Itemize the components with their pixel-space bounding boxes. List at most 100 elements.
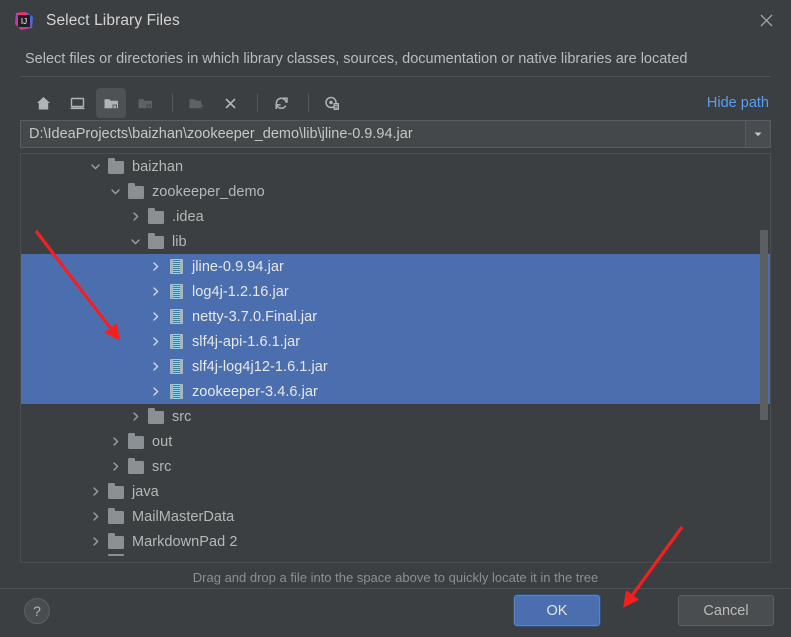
dialog-description: Select files or directories in which lib… — [25, 50, 688, 67]
chevron-right-icon[interactable] — [147, 334, 163, 350]
file-chooser-toolbar: Hide path — [20, 85, 771, 121]
tree-row[interactable]: src — [21, 454, 770, 479]
divider-top — [20, 76, 771, 77]
tree-row[interactable]: MailMasterData — [21, 504, 770, 529]
tree-row-label: zookeeper-3.4.6.jar — [192, 383, 318, 400]
chevron-right-icon[interactable] — [147, 284, 163, 300]
chevron-right-icon[interactable] — [127, 409, 143, 425]
delete-icon[interactable] — [215, 88, 245, 118]
tree-row[interactable]: zookeeper-3.4.6.jar — [21, 379, 770, 404]
new-folder-icon — [181, 88, 211, 118]
jar-file-icon — [168, 258, 185, 275]
help-button[interactable]: ? — [24, 598, 50, 624]
tree-row[interactable]: java — [21, 479, 770, 504]
tree-row-label: zookeeper_demo — [152, 183, 265, 200]
tree-row-label: slf4j-log4j12-1.6.1.jar — [192, 358, 328, 375]
folder-icon — [108, 532, 125, 550]
folder-icon — [148, 207, 165, 225]
jar-file-icon — [168, 308, 185, 325]
desktop-icon[interactable] — [62, 88, 92, 118]
jar-file-icon — [168, 358, 185, 375]
chevron-right-icon[interactable] — [87, 484, 103, 500]
tree-row[interactable]: netty-3.7.0.Final.jar — [21, 304, 770, 329]
chevron-right-icon[interactable] — [147, 359, 163, 375]
chevron-right-icon[interactable] — [107, 434, 123, 450]
chevron-down-icon[interactable] — [107, 184, 123, 200]
chevron-right-icon[interactable] — [127, 209, 143, 225]
tree-row[interactable]: baizhan — [21, 154, 770, 179]
select-library-files-dialog: IJ Select Library Files Select files or … — [0, 0, 791, 637]
chevron-right-icon[interactable] — [87, 509, 103, 525]
tree-row[interactable]: lib — [21, 229, 770, 254]
chevron-down-icon[interactable] — [127, 234, 143, 250]
tree-row[interactable]: MarkdownPad 2 — [21, 529, 770, 554]
tree-row[interactable]: out — [21, 429, 770, 454]
chevron-down-icon[interactable] — [87, 159, 103, 175]
file-tree-panel[interactable]: baizhan zookeeper_demo .idea lib jline-0.9.9… — [20, 153, 771, 563]
path-row: D:\IdeaProjects\baizhan\zookeeper_demo\l… — [20, 120, 771, 148]
tree-row[interactable]: jline-0.9.94.jar — [21, 254, 770, 279]
tree-row-label: log4j-1.2.16.jar — [192, 283, 289, 300]
path-input[interactable]: D:\IdeaProjects\baizhan\zookeeper_demo\l… — [20, 120, 745, 148]
divider-bottom — [0, 588, 791, 589]
tree-row-label: slf4j-api-1.6.1.jar — [192, 333, 301, 350]
chevron-right-icon[interactable] — [107, 459, 123, 475]
tree-row[interactable]: log4j-1.2.16.jar — [21, 279, 770, 304]
refresh-icon[interactable] — [266, 88, 296, 118]
folder-icon — [128, 182, 145, 200]
hide-path-link[interactable]: Hide path — [707, 95, 771, 111]
tree-row-label: java — [132, 483, 159, 500]
drag-drop-hint: Drag and drop a file into the space abov… — [192, 569, 599, 585]
tree-row-label: src — [152, 458, 172, 475]
toolbar-separator — [308, 94, 309, 112]
close-icon[interactable] — [741, 0, 791, 41]
home-icon[interactable] — [28, 88, 58, 118]
ok-button[interactable]: OK — [514, 595, 600, 626]
tree-row[interactable]: slf4j-api-1.6.1.jar — [21, 329, 770, 354]
tree-row[interactable]: src — [21, 404, 770, 429]
tree-row-label — [132, 554, 136, 557]
tree-row-label: lib — [172, 233, 187, 250]
tree-row-label: MailMasterData — [132, 508, 235, 525]
tree-row-label: MarkdownPad 2 — [132, 533, 238, 550]
tree-row-label: baizhan — [132, 158, 184, 175]
toolbar-separator — [172, 94, 173, 112]
tree-row[interactable] — [21, 554, 770, 561]
scrollbar-thumb[interactable] — [760, 230, 768, 420]
folder-icon — [148, 407, 165, 425]
jar-file-icon — [168, 333, 185, 350]
chevron-right-icon[interactable] — [147, 259, 163, 275]
dialog-title: Select Library Files — [46, 11, 180, 29]
tree-row-label: .idea — [172, 208, 204, 225]
tree-row[interactable]: .idea — [21, 204, 770, 229]
file-tree: baizhan zookeeper_demo .idea lib jline-0.9.9… — [21, 154, 770, 561]
folder-icon — [108, 507, 125, 525]
chevron-down-icon[interactable] — [745, 120, 771, 148]
module-folder-icon — [130, 88, 160, 118]
tree-vertical-scrollbar[interactable] — [759, 155, 769, 562]
tree-row-label: out — [152, 433, 173, 450]
jar-file-icon — [168, 283, 185, 300]
tree-row[interactable]: zookeeper_demo — [21, 179, 770, 204]
folder-icon — [128, 432, 145, 450]
jar-file-icon — [168, 383, 185, 400]
project-folder-icon[interactable] — [96, 88, 126, 118]
chevron-right-icon[interactable] — [147, 384, 163, 400]
folder-icon — [128, 457, 145, 475]
show-hidden-files-icon[interactable] — [317, 88, 347, 118]
tree-row-label: jline-0.9.94.jar — [192, 258, 284, 275]
intellij-idea-icon: IJ — [14, 11, 34, 31]
svg-text:IJ: IJ — [21, 17, 27, 26]
folder-icon — [148, 232, 165, 250]
chevron-right-icon[interactable] — [87, 534, 103, 550]
chevron-right-icon[interactable] — [87, 554, 103, 557]
folder-icon — [108, 554, 125, 557]
cancel-button[interactable]: Cancel — [678, 595, 774, 626]
folder-icon — [108, 482, 125, 500]
tree-row-label: src — [172, 408, 192, 425]
chevron-right-icon[interactable] — [147, 309, 163, 325]
tree-row-label: netty-3.7.0.Final.jar — [192, 308, 318, 325]
title-bar: IJ Select Library Files — [0, 0, 791, 41]
toolbar-separator — [257, 94, 258, 112]
tree-row[interactable]: slf4j-log4j12-1.6.1.jar — [21, 354, 770, 379]
